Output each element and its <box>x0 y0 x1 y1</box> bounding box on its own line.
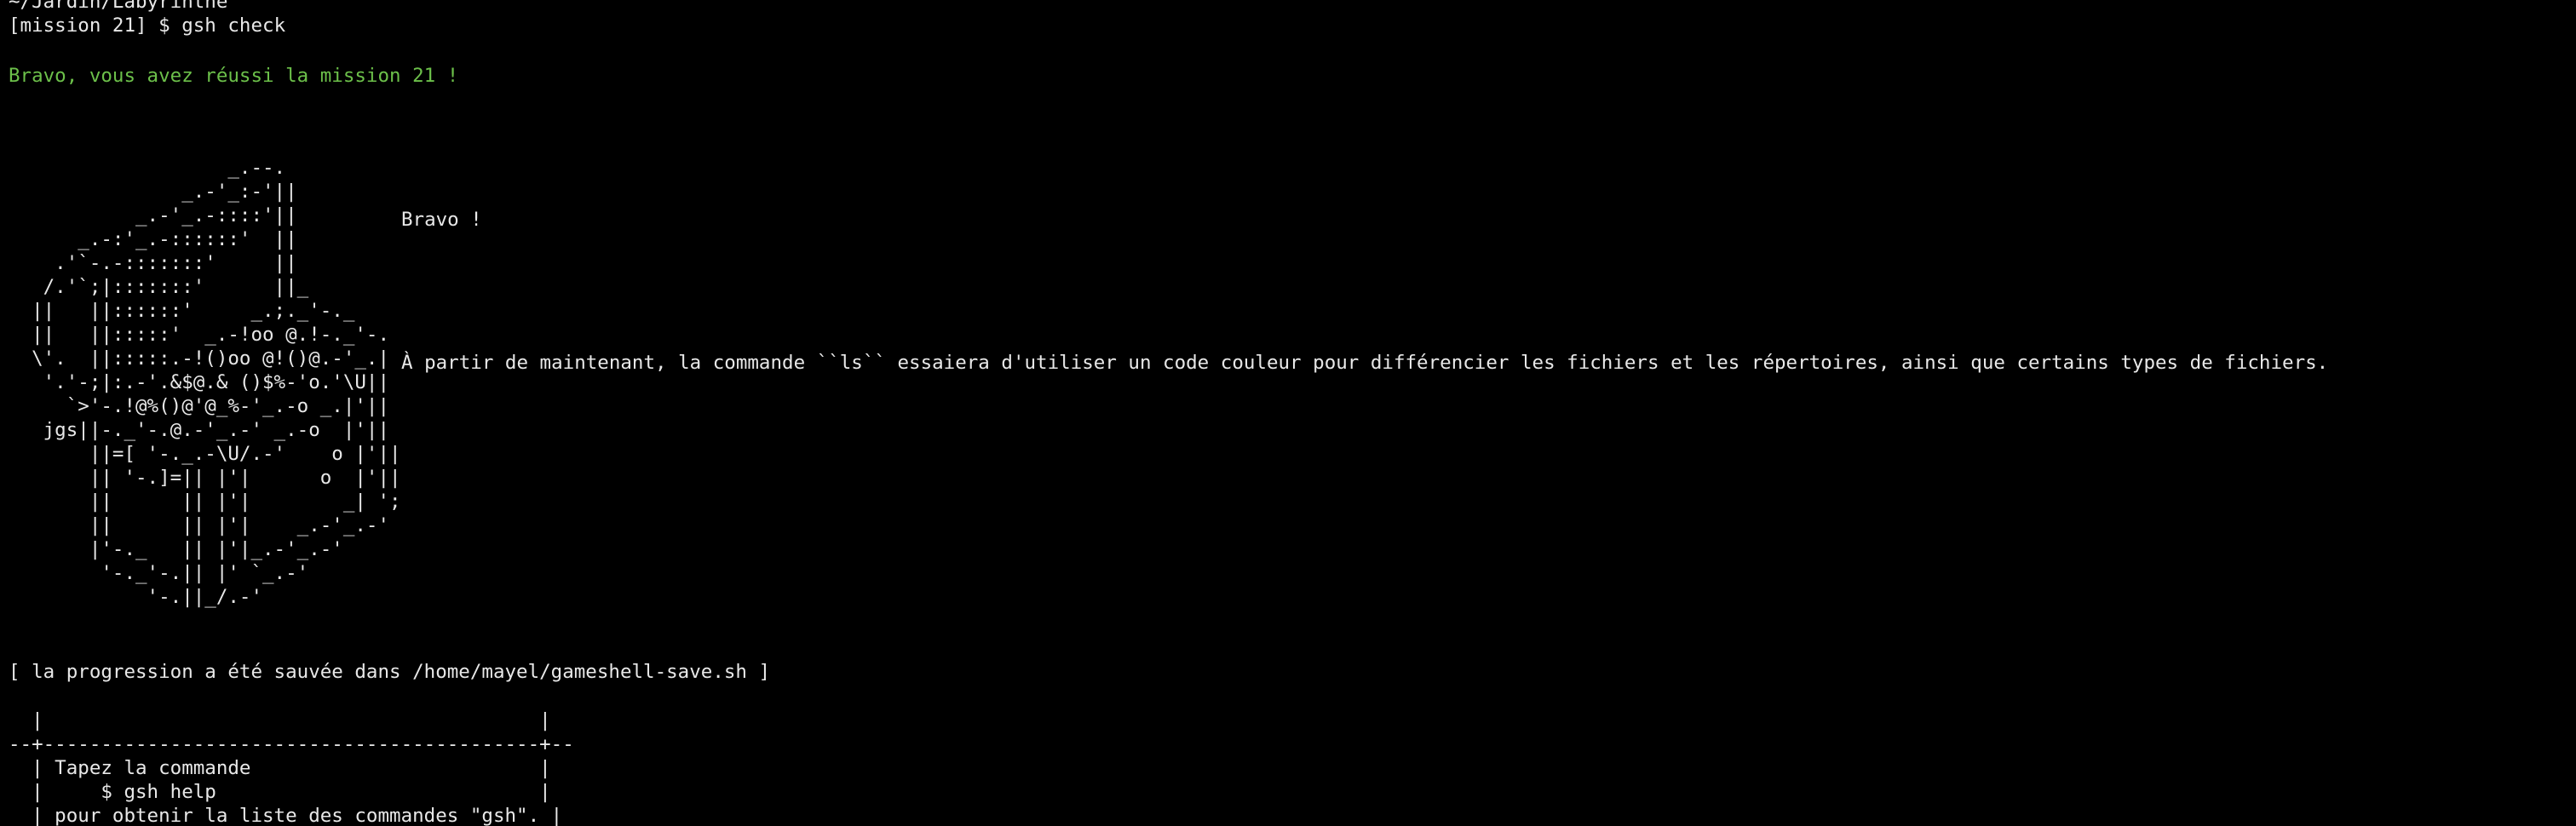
terminal-window[interactable]: ~/Jardin/Labyrinthe [mission 21] $ gsh c… <box>0 0 2576 826</box>
help-box: | | --+---------------------------------… <box>9 709 574 826</box>
success-message: Bravo, vous avez réussi la mission 21 ! <box>9 65 459 87</box>
bravo-body: À partir de maintenant, la commande ``ls… <box>401 352 2329 374</box>
command-line: [mission 21] $ gsh check <box>9 14 285 37</box>
ascii-art-illustration: _.--. _.-'_:-'|| _.-'_.-::::'|| _.-:'_.-… <box>32 157 401 608</box>
bravo-title: Bravo ! <box>401 209 482 231</box>
bravo-message: Bravo ! À partir de maintenant, la comma… <box>401 160 2328 422</box>
shell-prompt: [mission 21] $ <box>9 14 182 37</box>
save-notice: [ la progression a été sauvée dans /home… <box>9 661 771 683</box>
command-text: gsh check <box>181 14 286 37</box>
cwd-line: ~/Jardin/Labyrinthe <box>9 0 228 13</box>
